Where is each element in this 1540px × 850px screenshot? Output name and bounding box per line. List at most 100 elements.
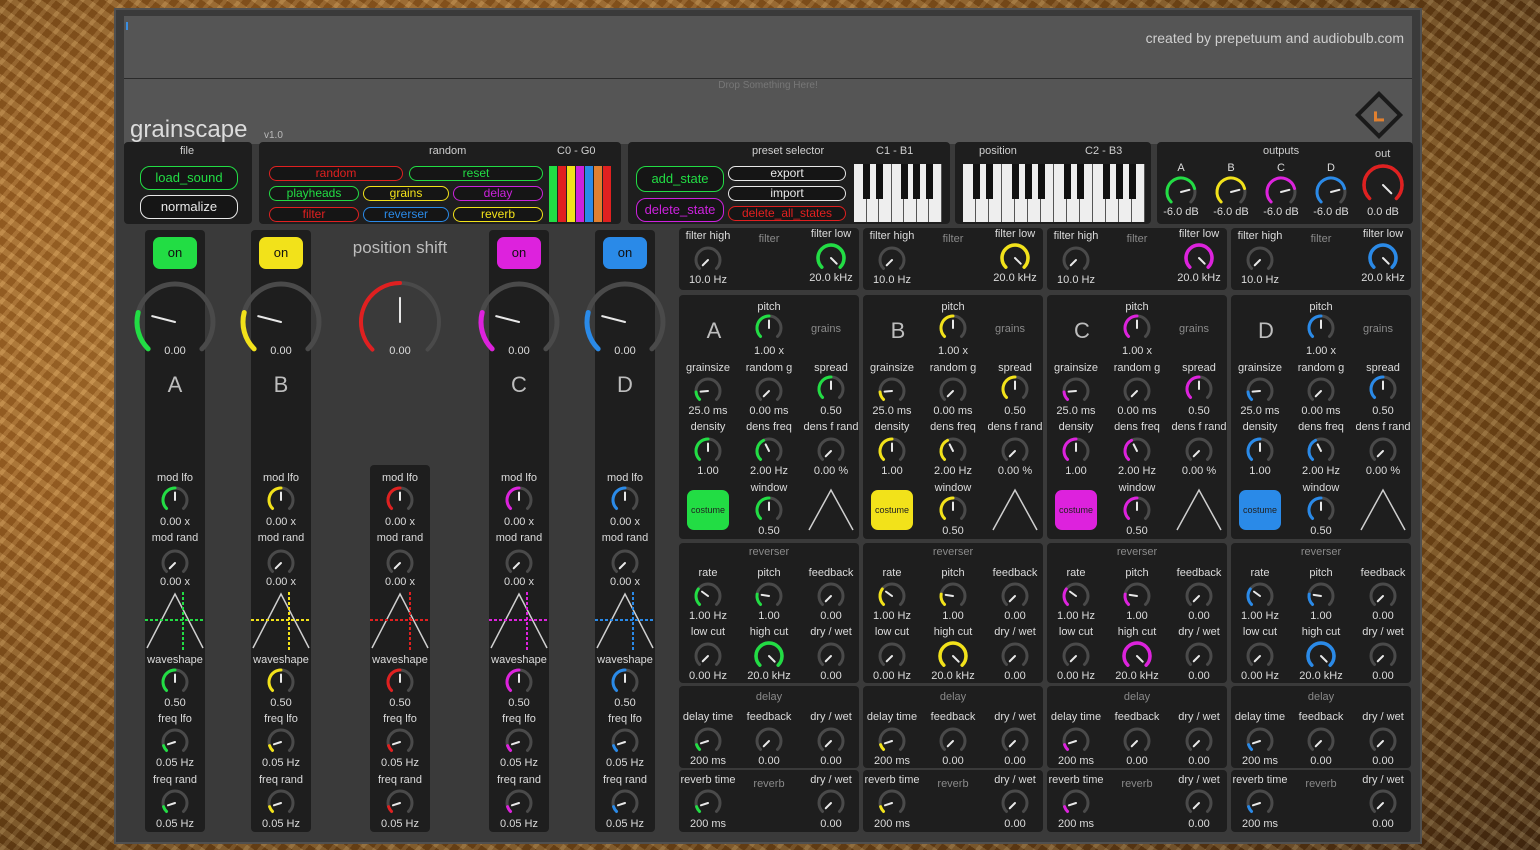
voice-a-pitch-knob[interactable] — [753, 312, 785, 344]
voice-a-random-g-knob[interactable] — [753, 375, 785, 407]
voice-b-filter-high-knob[interactable] — [876, 244, 908, 276]
import-button[interactable]: import — [728, 186, 846, 201]
voice-d-dens-freq-knob[interactable] — [1305, 435, 1337, 467]
output-B-knob[interactable] — [1213, 174, 1249, 210]
voice-a-delay-drywet-knob[interactable] — [815, 725, 847, 757]
strip-a-waveshape-knob[interactable] — [159, 666, 191, 698]
preset-keyboard[interactable] — [854, 164, 942, 222]
voice-d-reverb-drywet-knob[interactable] — [1367, 787, 1399, 819]
voice-b-pitch-knob[interactable] — [937, 312, 969, 344]
out-knob[interactable] — [1360, 162, 1406, 208]
strip-d-on-button[interactable]: on — [603, 237, 647, 269]
voice-a-delay-feedback-knob[interactable] — [753, 725, 785, 757]
voice-c-reverb-drywet-knob[interactable] — [1183, 787, 1215, 819]
random-color-keys[interactable] — [549, 166, 611, 222]
voice-c-spread-knob[interactable] — [1183, 373, 1215, 405]
random-playheads-button[interactable]: playheads — [269, 186, 359, 201]
voice-c-rev-pitch-knob[interactable] — [1121, 580, 1153, 612]
voice-a-reverb-time-knob[interactable] — [692, 787, 724, 819]
random-filter-button[interactable]: filter — [269, 207, 359, 222]
voice-b-high-cut-knob[interactable] — [936, 639, 970, 673]
voice-b-grainsize-knob[interactable] — [876, 375, 908, 407]
voice-d-window-knob[interactable] — [1305, 494, 1337, 526]
strip-shift-freq-rand-knob[interactable] — [384, 787, 416, 819]
voice-d-spread-knob[interactable] — [1367, 373, 1399, 405]
voice-c-delay-time-knob[interactable] — [1060, 725, 1092, 757]
random-delay-button[interactable]: delay — [453, 186, 543, 201]
strip-d-freq-rand-knob[interactable] — [609, 787, 641, 819]
strip-b-mod-rand-knob[interactable] — [265, 547, 297, 579]
voice-c-pitch-knob[interactable] — [1121, 312, 1153, 344]
voice-a-rev-pitch-knob[interactable] — [753, 580, 785, 612]
position-keyboard[interactable] — [963, 164, 1145, 222]
voice-b-window-knob[interactable] — [937, 494, 969, 526]
voice-b-reverb-time-knob[interactable] — [876, 787, 908, 819]
strip-c-mod-rand-knob[interactable] — [503, 547, 535, 579]
voice-c-reverb-time-knob[interactable] — [1060, 787, 1092, 819]
voice-d-filter-high-knob[interactable] — [1244, 244, 1276, 276]
strip-shift-freq-lfo-knob[interactable] — [384, 726, 416, 758]
voice-b-dens-f-rand-knob[interactable] — [999, 435, 1031, 467]
output-C-knob[interactable] — [1263, 174, 1299, 210]
strip-b-freq-lfo-knob[interactable] — [265, 726, 297, 758]
voice-b-spread-knob[interactable] — [999, 373, 1031, 405]
voice-b-delay-time-knob[interactable] — [876, 725, 908, 757]
voice-a-costume-button[interactable]: costume — [687, 490, 729, 530]
voice-d-dens-f-rand-knob[interactable] — [1367, 435, 1399, 467]
output-D-knob[interactable] — [1313, 174, 1349, 210]
strip-a-on-button[interactable]: on — [153, 237, 197, 269]
voice-a-dens-freq-knob[interactable] — [753, 435, 785, 467]
voice-a-rate-knob[interactable] — [692, 580, 724, 612]
voice-b-rev-feedback-knob[interactable] — [999, 580, 1031, 612]
random-reset-button[interactable]: reset — [409, 166, 543, 181]
voice-a-low-cut-knob[interactable] — [692, 640, 724, 672]
strip-shift-waveshape-knob[interactable] — [384, 666, 416, 698]
random-grains-button[interactable]: grains — [363, 186, 449, 201]
strip-d-mod-lfo-knob[interactable] — [609, 484, 641, 516]
voice-a-high-cut-knob[interactable] — [752, 639, 786, 673]
voice-b-density-knob[interactable] — [876, 435, 908, 467]
strip-b-freq-rand-knob[interactable] — [265, 787, 297, 819]
delete-all-states-button[interactable]: delete_all_states — [728, 206, 846, 221]
strip-d-waveshape-knob[interactable] — [609, 666, 641, 698]
voice-d-density-knob[interactable] — [1244, 435, 1276, 467]
strip-c-mod-lfo-knob[interactable] — [503, 484, 535, 516]
voice-c-rev-drywet-knob[interactable] — [1183, 640, 1215, 672]
voice-c-low-cut-knob[interactable] — [1060, 640, 1092, 672]
voice-d-rev-feedback-knob[interactable] — [1367, 580, 1399, 612]
voice-c-filter-high-knob[interactable] — [1060, 244, 1092, 276]
voice-d-reverb-time-knob[interactable] — [1244, 787, 1276, 819]
voice-b-rate-knob[interactable] — [876, 580, 908, 612]
strip-shift-mod-lfo-knob[interactable] — [384, 484, 416, 516]
drop-zone[interactable]: created by prepetuum and audiobulb.com D… — [124, 16, 1412, 144]
voice-d-delay-drywet-knob[interactable] — [1367, 725, 1399, 757]
voice-b-rev-pitch-knob[interactable] — [937, 580, 969, 612]
voice-c-costume-button[interactable]: costume — [1055, 490, 1097, 530]
random-reverb-button[interactable]: reverb — [453, 207, 543, 222]
voice-a-rev-feedback-knob[interactable] — [815, 580, 847, 612]
voice-c-window-knob[interactable] — [1121, 494, 1153, 526]
voice-b-random-g-knob[interactable] — [937, 375, 969, 407]
voice-c-dens-freq-knob[interactable] — [1121, 435, 1153, 467]
export-button[interactable]: export — [728, 166, 846, 181]
voice-d-delay-time-knob[interactable] — [1244, 725, 1276, 757]
strip-shift-mod-rand-knob[interactable] — [384, 547, 416, 579]
voice-a-window-knob[interactable] — [753, 494, 785, 526]
voice-d-random-g-knob[interactable] — [1305, 375, 1337, 407]
voice-c-high-cut-knob[interactable] — [1120, 639, 1154, 673]
strip-a-mod-rand-knob[interactable] — [159, 547, 191, 579]
voice-b-reverb-drywet-knob[interactable] — [999, 787, 1031, 819]
voice-d-pitch-knob[interactable] — [1305, 312, 1337, 344]
voice-c-rev-feedback-knob[interactable] — [1183, 580, 1215, 612]
voice-d-grainsize-knob[interactable] — [1244, 375, 1276, 407]
voice-d-delay-feedback-knob[interactable] — [1305, 725, 1337, 757]
voice-d-rate-knob[interactable] — [1244, 580, 1276, 612]
voice-b-low-cut-knob[interactable] — [876, 640, 908, 672]
voice-a-dens-f-rand-knob[interactable] — [815, 435, 847, 467]
voice-d-rev-pitch-knob[interactable] — [1305, 580, 1337, 612]
voice-d-high-cut-knob[interactable] — [1304, 639, 1338, 673]
voice-b-dens-freq-knob[interactable] — [937, 435, 969, 467]
voice-a-grainsize-knob[interactable] — [692, 375, 724, 407]
voice-d-costume-button[interactable]: costume — [1239, 490, 1281, 530]
voice-b-delay-drywet-knob[interactable] — [999, 725, 1031, 757]
